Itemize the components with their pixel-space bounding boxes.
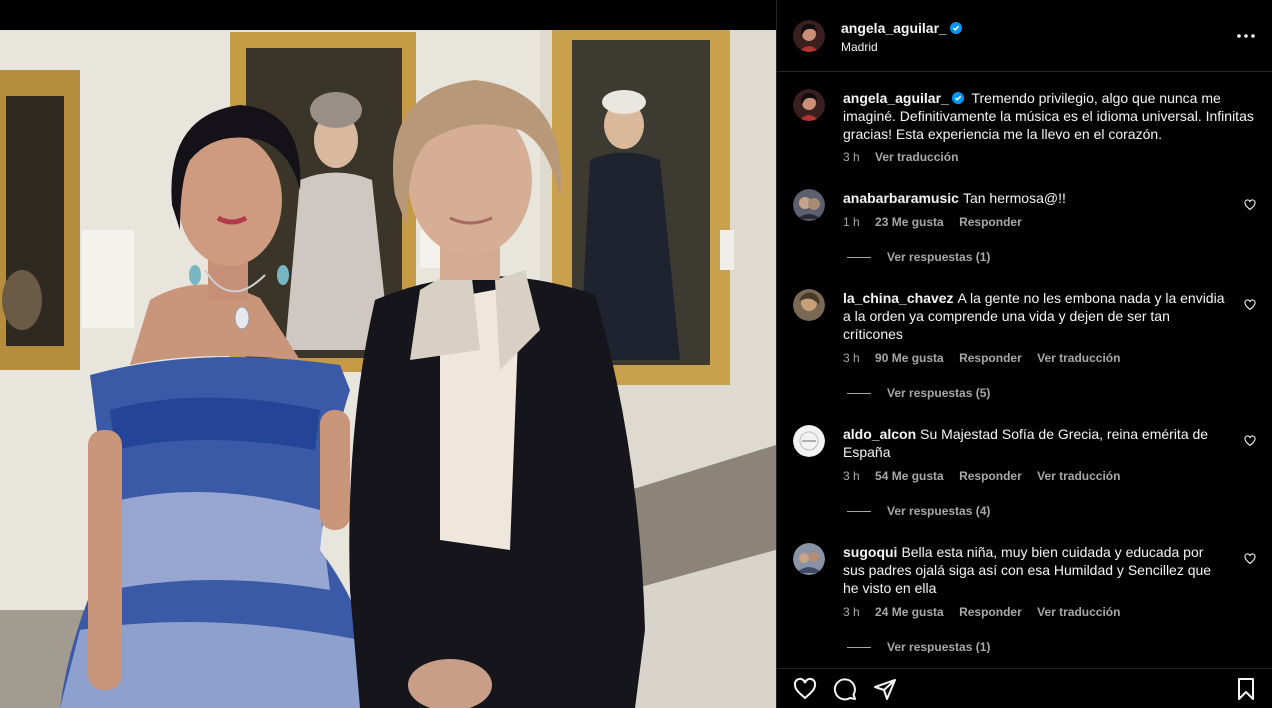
translate-link[interactable]: Ver traducción bbox=[1037, 605, 1120, 619]
verified-badge-icon bbox=[951, 92, 964, 104]
caption-avatar[interactable] bbox=[793, 89, 825, 121]
commenter-username[interactable]: aldo_alcon bbox=[843, 426, 916, 442]
commenter-avatar[interactable] bbox=[793, 425, 825, 457]
reply-button[interactable]: Responder bbox=[959, 215, 1022, 229]
replies-divider bbox=[847, 646, 871, 648]
share-icon[interactable] bbox=[873, 677, 897, 701]
verified-badge-icon bbox=[949, 22, 962, 34]
reply-button[interactable]: Responder bbox=[959, 605, 1022, 619]
reply-button[interactable]: Responder bbox=[959, 469, 1022, 483]
comment-item: anabarbaramusic Tan hermosa@!! 1 h 23 Me … bbox=[793, 189, 1256, 269]
comment-time: 3 h bbox=[843, 605, 860, 619]
replies-divider bbox=[847, 256, 871, 258]
author-avatar[interactable] bbox=[793, 20, 825, 52]
comment-item: la_china_chavez A la gente no les embona … bbox=[793, 289, 1256, 405]
bookmark-icon[interactable] bbox=[1234, 677, 1258, 701]
post-side-panel: angela_aguilar_ Madrid angela_aguilar_ T… bbox=[776, 0, 1272, 708]
comment-likes[interactable]: 54 Me gusta bbox=[875, 469, 944, 483]
replies-divider bbox=[847, 510, 871, 512]
caption-translate-link[interactable]: Ver traducción bbox=[875, 150, 958, 164]
caption: angela_aguilar_ Tremendo privilegio, alg… bbox=[793, 89, 1256, 169]
comment-body: anabarbaramusic Tan hermosa@!! bbox=[843, 189, 1226, 207]
comment-meta: 3 h 54 Me gusta Responder Ver traducción bbox=[843, 469, 1132, 483]
translate-link[interactable]: Ver traducción bbox=[1037, 351, 1120, 365]
comment-text: Tan hermosa@!! bbox=[962, 190, 1066, 206]
commenter-avatar[interactable] bbox=[793, 289, 825, 321]
view-replies-button[interactable]: Ver respuestas (5) bbox=[847, 386, 990, 400]
post-location[interactable]: Madrid bbox=[841, 40, 878, 54]
comment-heart-icon[interactable] bbox=[1244, 553, 1256, 565]
comment-time: 3 h bbox=[843, 351, 860, 365]
heart-icon[interactable] bbox=[793, 677, 817, 701]
comment-body: la_china_chavez A la gente no les embona … bbox=[843, 289, 1226, 343]
commenter-username[interactable]: sugoqui bbox=[843, 544, 897, 560]
replies-divider bbox=[847, 392, 871, 394]
caption-time: 3 h bbox=[843, 150, 860, 164]
commenter-avatar[interactable] bbox=[793, 189, 825, 221]
view-replies-label: Ver respuestas (5) bbox=[887, 386, 991, 400]
post-photo[interactable] bbox=[0, 30, 776, 708]
translate-link[interactable]: Ver traducción bbox=[1037, 469, 1120, 483]
comment-time: 1 h bbox=[843, 215, 860, 229]
comment-text: Bella esta niña, muy bien cuidada y educ… bbox=[843, 544, 1212, 596]
post-media-pane bbox=[0, 0, 776, 708]
commenter-avatar[interactable] bbox=[793, 543, 825, 575]
comment-likes[interactable]: 90 Me gusta bbox=[875, 351, 944, 365]
view-replies-label: Ver respuestas (1) bbox=[887, 250, 991, 264]
comment-heart-icon[interactable] bbox=[1244, 199, 1256, 211]
comment-item: sugoqui Bella esta niña, muy bien cuidada… bbox=[793, 543, 1256, 653]
comment-likes[interactable]: 24 Me gusta bbox=[875, 605, 944, 619]
comment-meta: 1 h 23 Me gusta Responder bbox=[843, 215, 1034, 229]
comment-body: sugoqui Bella esta niña, muy bien cuidada… bbox=[843, 543, 1226, 597]
comment-time: 3 h bbox=[843, 469, 860, 483]
comment-meta: 3 h 90 Me gusta Responder Ver traducción bbox=[843, 351, 1132, 365]
view-replies-label: Ver respuestas (1) bbox=[887, 640, 991, 653]
comment-likes[interactable]: 23 Me gusta bbox=[875, 215, 944, 229]
caption-username[interactable]: angela_aguilar_ bbox=[843, 90, 964, 106]
caption-body: angela_aguilar_ Tremendo privilegio, alg… bbox=[843, 89, 1256, 143]
view-replies-button[interactable]: Ver respuestas (4) bbox=[847, 504, 990, 518]
commenter-username[interactable]: anabarbaramusic bbox=[843, 190, 959, 206]
view-replies-button[interactable]: Ver respuestas (1) bbox=[847, 640, 990, 653]
comments-list[interactable]: angela_aguilar_ Tremendo privilegio, alg… bbox=[777, 73, 1272, 653]
action-bar bbox=[777, 668, 1272, 708]
author-username[interactable]: angela_aguilar_ bbox=[841, 20, 962, 36]
comment-heart-icon[interactable] bbox=[1244, 299, 1256, 311]
view-replies-label: Ver respuestas (4) bbox=[887, 504, 991, 518]
view-replies-button[interactable]: Ver respuestas (1) bbox=[847, 250, 990, 264]
caption-meta: 3 h Ver traducción bbox=[843, 150, 970, 164]
more-options-icon[interactable] bbox=[1236, 26, 1256, 46]
post-header: angela_aguilar_ Madrid bbox=[777, 0, 1272, 72]
comment-body: aldo_alcon Su Majestad Sofía de Grecia, r… bbox=[843, 425, 1226, 461]
reply-button[interactable]: Responder bbox=[959, 351, 1022, 365]
commenter-username[interactable]: la_china_chavez bbox=[843, 290, 954, 306]
comment-item: aldo_alcon Su Majestad Sofía de Grecia, r… bbox=[793, 425, 1256, 523]
photo-illustration bbox=[0, 30, 776, 708]
comment-icon[interactable] bbox=[833, 677, 857, 701]
comment-heart-icon[interactable] bbox=[1244, 435, 1256, 447]
comment-meta: 3 h 24 Me gusta Responder Ver traducción bbox=[843, 605, 1132, 619]
